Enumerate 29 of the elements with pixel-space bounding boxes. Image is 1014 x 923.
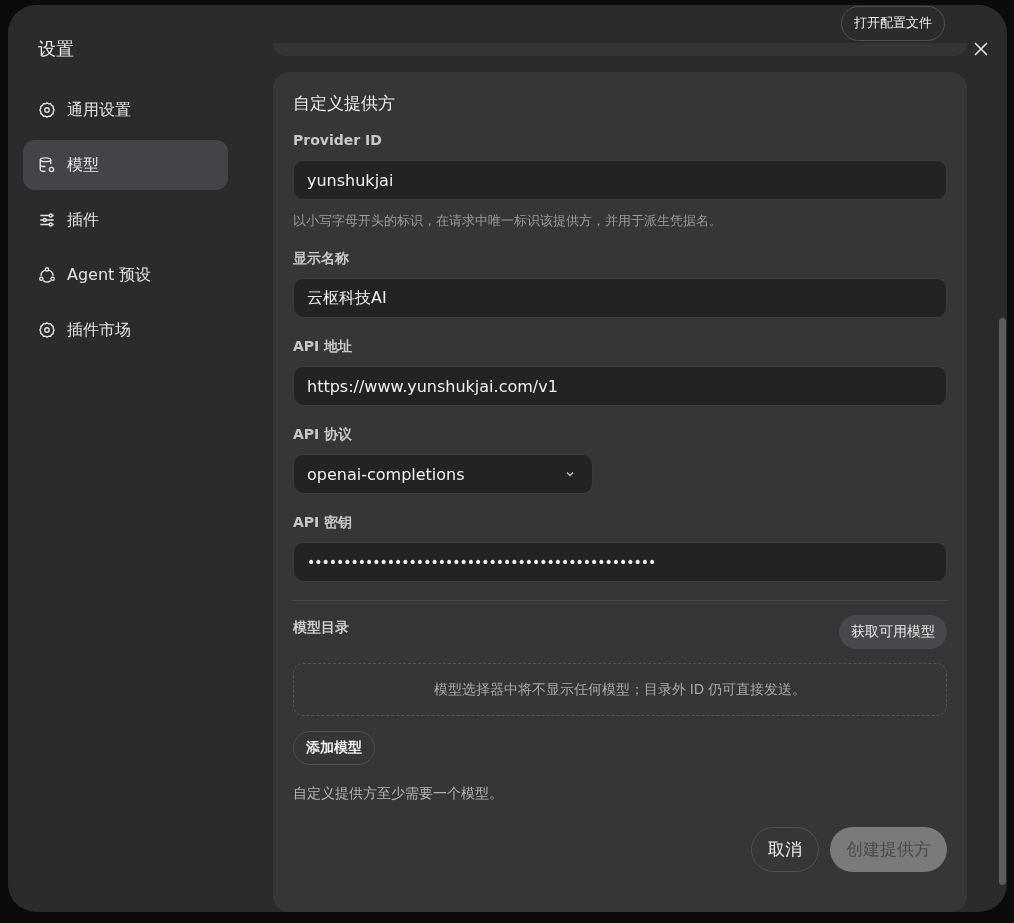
input-field[interactable]: 云枢科技AI bbox=[293, 278, 947, 318]
gear-icon bbox=[38, 321, 56, 339]
field-label: API 密钥 bbox=[293, 514, 354, 532]
section-label: 模型目录 bbox=[293, 619, 349, 637]
field-label: Provider ID bbox=[293, 132, 383, 150]
card-title: 自定义提供方 bbox=[293, 92, 396, 115]
input-field[interactable]: yunshukjai bbox=[293, 160, 947, 200]
protocol-dropdown[interactable]: openai-completions bbox=[293, 454, 593, 494]
field-label: 显示名称 bbox=[293, 250, 350, 268]
dialog-title: 设置 bbox=[38, 37, 75, 59]
sidebar-item[interactable]: 插件 bbox=[23, 195, 228, 245]
fetch-models-button[interactable]: 获取可用模型 bbox=[839, 615, 947, 649]
sliders-icon bbox=[38, 211, 56, 229]
scrollbar-thumb[interactable] bbox=[999, 318, 1006, 885]
field-label: API 地址 bbox=[293, 338, 354, 356]
open-config-button[interactable]: 打开配置文件 bbox=[841, 5, 945, 41]
close-icon[interactable] bbox=[973, 41, 989, 57]
gear-icon bbox=[38, 101, 56, 119]
sidebar-item[interactable]: 通用设置 bbox=[23, 85, 228, 135]
sidebar-item[interactable]: 插件市场 bbox=[23, 305, 228, 355]
requirement-note: 自定义提供方至少需要一个模型。 bbox=[293, 785, 504, 803]
database-gear-icon bbox=[38, 156, 56, 174]
sidebar-item[interactable]: Agent 预设 bbox=[23, 250, 228, 300]
sidebar-item[interactable]: 模型 bbox=[23, 140, 228, 190]
input-field[interactable]: https://www.yunshukjai.com/v1 bbox=[293, 366, 947, 406]
field-label: API 协议 bbox=[293, 426, 354, 444]
empty-catalog-box: 模型选择器中将不显示任何模型；目录外 ID 仍可直接发送。 bbox=[293, 663, 947, 716]
password-field[interactable]: •••••••••••••••••••••••••••••••••••••••••••••••• bbox=[293, 542, 947, 582]
nodes-icon bbox=[38, 266, 56, 284]
